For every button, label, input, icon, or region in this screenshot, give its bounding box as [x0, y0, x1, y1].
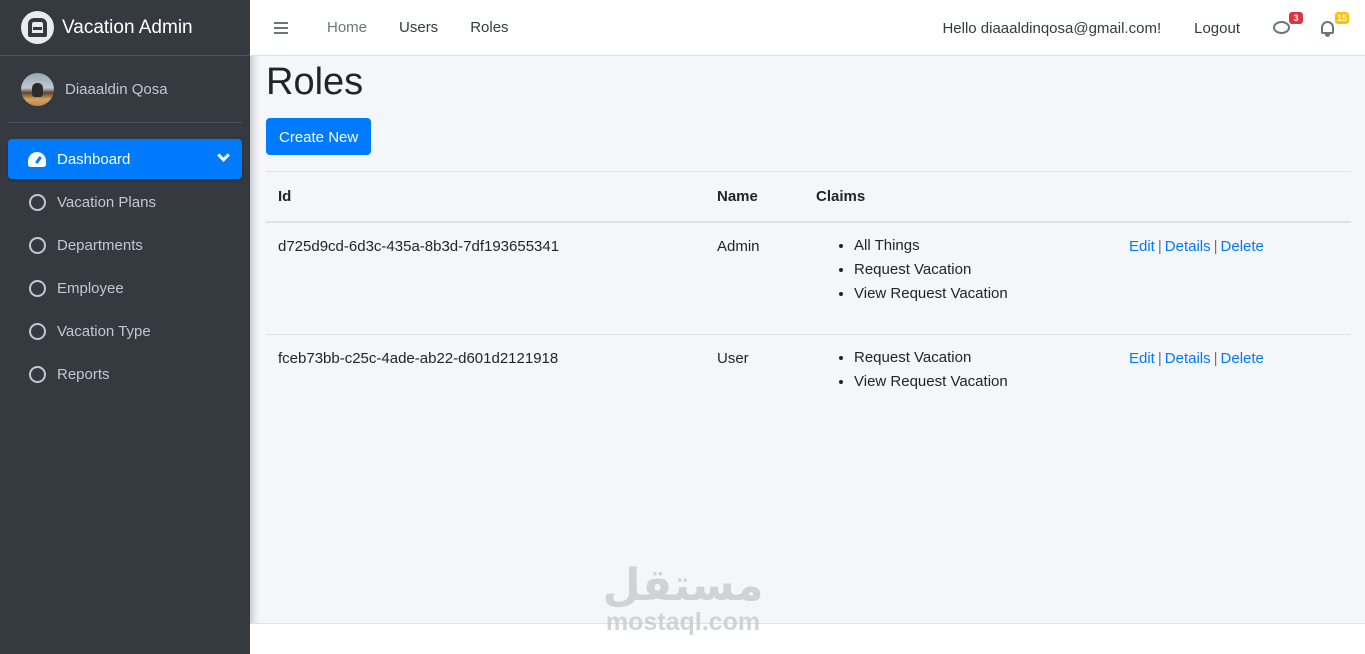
sidebar-item-label: Vacation Type [57, 322, 151, 340]
sidebar-item-vacation-type[interactable]: Vacation Type [8, 311, 242, 351]
sidebar-nav: Dashboard Vacation Plans Departments Emp… [0, 123, 250, 394]
sidebar-item-departments[interactable]: Departments [8, 225, 242, 265]
action-separator: | [1213, 350, 1218, 367]
row-actions: Edit | Details | Delete [1117, 221, 1351, 335]
role-claims: All Things Request Vacation View Request… [804, 221, 1117, 335]
details-link[interactable]: Details [1165, 350, 1211, 367]
watermark-arabic: مستقل [602, 561, 764, 610]
sidebar-item-label: Departments [57, 236, 143, 254]
role-id: fceb73bb-c25c-4ade-ab22-d601d2121918 [278, 350, 559, 367]
notifications-button[interactable]: 15 [1319, 12, 1349, 37]
circle-icon [28, 236, 46, 254]
avatar [21, 72, 54, 106]
brand-logo-icon [21, 11, 54, 44]
claim-item: Request Vacation [854, 346, 1105, 370]
watermark-latin: mostaql.com [605, 608, 761, 636]
edit-link[interactable]: Edit [1129, 350, 1155, 367]
dashboard-gauge-icon [28, 150, 46, 168]
circle-icon [28, 279, 46, 297]
details-link[interactable]: Details [1165, 238, 1211, 255]
role-id: d725d9cd-6d3c-435a-8b3d-7df193655341 [266, 221, 705, 335]
sidebar-item-reports[interactable]: Reports [8, 354, 242, 394]
watermark: مستقل mostaql.com [598, 561, 768, 636]
bell-icon [1321, 21, 1334, 37]
action-separator: | [1213, 237, 1218, 255]
user-panel[interactable]: Diaaaldin Qosa [8, 56, 242, 123]
table-row: fceb73bb-c25c-4ade-ab22-d601d2121918 Use… [266, 335, 1351, 435]
claim-item: All Things [854, 234, 1105, 258]
user-name: Diaaaldin Qosa [65, 80, 168, 98]
sidebar-item-dashboard[interactable]: Dashboard [8, 139, 242, 179]
claim-item: View Request Vacation [854, 282, 1105, 306]
action-separator: | [1157, 237, 1162, 255]
chat-icon [1273, 21, 1290, 34]
nav-link-home[interactable]: Home [327, 19, 367, 36]
circle-icon [28, 193, 46, 211]
role-name: User [717, 350, 749, 367]
column-header-name: Name [705, 171, 804, 223]
action-separator: | [1157, 350, 1162, 367]
brand-title: Vacation Admin [62, 16, 193, 38]
top-navbar: Home Users Roles Hello diaaaldinqosa@gma… [250, 0, 1365, 56]
claim-item: Request Vacation [854, 258, 1105, 282]
column-header-claims: Claims [804, 171, 1117, 223]
delete-link[interactable]: Delete [1221, 238, 1264, 255]
logout-button[interactable]: Logout [1194, 20, 1240, 37]
circle-icon [28, 365, 46, 383]
roles-table: Id Name Claims d725d9cd-6d3c-435a-8b3d-7… [266, 171, 1351, 435]
footer [250, 623, 1365, 654]
create-new-button[interactable]: Create New [266, 118, 372, 155]
delete-link[interactable]: Delete [1221, 350, 1264, 367]
row-actions: Edit | Details | Delete [1117, 335, 1351, 435]
hamburger-menu-icon[interactable] [274, 21, 288, 34]
claim-item: View Request Vacation [854, 370, 1105, 394]
sidebar-item-label: Reports [57, 365, 110, 383]
table-row: d725d9cd-6d3c-435a-8b3d-7df193655341 Adm… [266, 221, 1351, 335]
column-header-actions [1117, 171, 1351, 223]
brand-link[interactable]: Vacation Admin [0, 0, 250, 56]
column-header-id: Id [266, 171, 705, 223]
page-title: Roles [266, 61, 364, 103]
notifications-badge: 15 [1334, 12, 1349, 24]
nav-link-roles[interactable]: Roles [470, 19, 508, 36]
sidebar-item-label: Vacation Plans [57, 193, 156, 211]
navbar-right: Hello diaaaldinqosa@gmail.com! Logout 3 … [942, 0, 1365, 56]
sidebar-item-vacation-plans[interactable]: Vacation Plans [8, 182, 242, 222]
user-greeting[interactable]: Hello diaaaldinqosa@gmail.com! [942, 20, 1161, 37]
messages-badge: 3 [1289, 12, 1303, 24]
edit-link[interactable]: Edit [1129, 238, 1155, 255]
chevron-down-icon [217, 149, 230, 162]
circle-icon [28, 322, 46, 340]
nav-link-users[interactable]: Users [399, 19, 438, 36]
sidebar-item-employee[interactable]: Employee [8, 268, 242, 308]
sidebar-item-label: Employee [57, 279, 124, 297]
role-claims: Request Vacation View Request Vacation [804, 335, 1117, 435]
table-header-row: Id Name Claims [266, 171, 1351, 223]
main-content: Roles Create New Id Name Claims d725d9cd… [266, 56, 1351, 435]
sidebar: Vacation Admin Diaaaldin Qosa Dashboard … [0, 0, 250, 654]
role-name: Admin [705, 221, 804, 335]
sidebar-item-label: Dashboard [57, 150, 131, 168]
messages-button[interactable]: 3 [1273, 12, 1303, 37]
